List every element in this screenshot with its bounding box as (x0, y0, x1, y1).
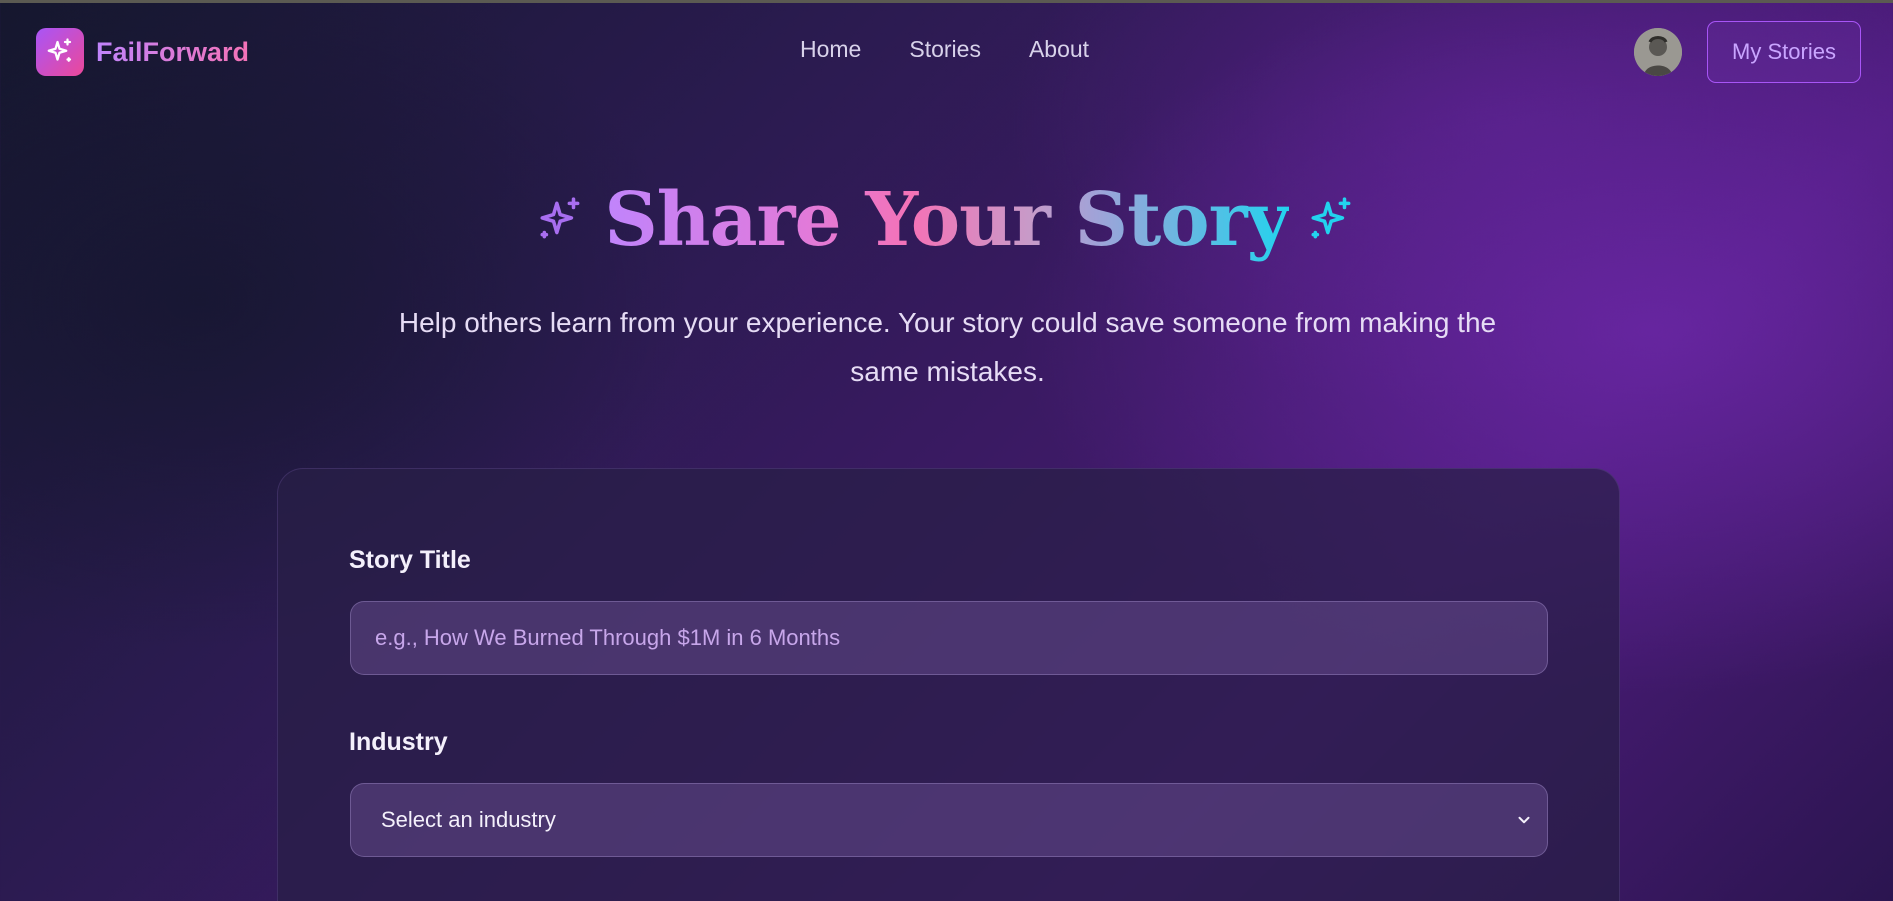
avatar-image (1634, 28, 1682, 76)
nav-link-home[interactable]: Home (800, 36, 861, 63)
industry-select-value: Select an industry (381, 807, 556, 832)
sparkles-icon (540, 197, 580, 239)
brand-home-link[interactable]: FailForward (36, 28, 249, 76)
nav-link-stories[interactable]: Stories (909, 36, 981, 63)
hero-heading: Share Your Story (0, 172, 1893, 268)
sparkles-icon (1311, 197, 1351, 239)
industry-label: Industry (349, 728, 448, 756)
user-avatar[interactable] (1634, 28, 1682, 76)
page-title: Share Your Story (604, 172, 1289, 268)
story-title-label: Story Title (349, 546, 471, 574)
story-title-input[interactable] (350, 601, 1548, 675)
brand-logo (36, 28, 84, 76)
sparkles-icon (47, 38, 72, 62)
brand-name: FailForward (96, 36, 250, 67)
industry-select[interactable]: Select an industry (350, 783, 1548, 857)
my-stories-button[interactable]: My Stories (1707, 21, 1861, 83)
chevron-down-icon (1518, 816, 1530, 824)
page-subtitle: Help others learn from your experience. … (398, 307, 1497, 387)
main-nav: Home Stories About (800, 36, 1089, 63)
window-top-border (0, 0, 1893, 3)
nav-link-about[interactable]: About (1029, 36, 1089, 63)
